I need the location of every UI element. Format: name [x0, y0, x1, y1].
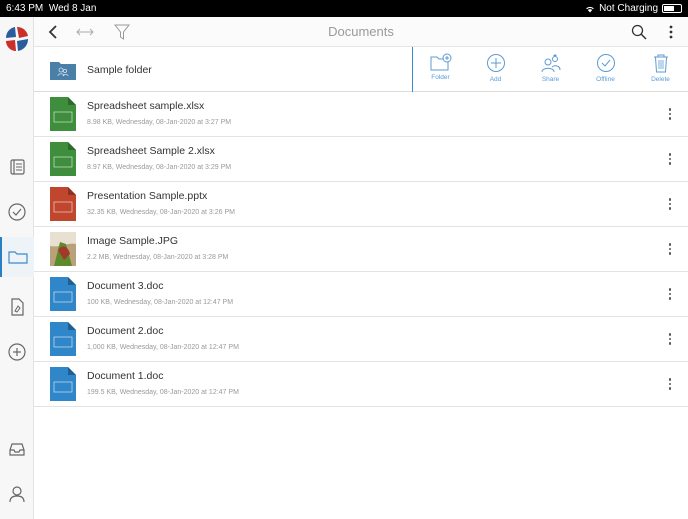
back-button[interactable]	[42, 21, 64, 43]
new-folder-button[interactable]: Folder	[413, 47, 468, 92]
new-folder-label: Folder	[431, 74, 450, 81]
check-circle-icon	[8, 203, 26, 221]
horizontal-arrows-icon	[76, 28, 94, 36]
wifi-icon	[585, 5, 595, 13]
row-more-button[interactable]	[664, 194, 676, 214]
sidebar-item-inbox[interactable]	[0, 429, 34, 469]
row-more-button[interactable]	[664, 329, 676, 349]
add-label: Add	[489, 76, 502, 83]
user-icon	[9, 486, 25, 503]
row-more-button[interactable]	[664, 104, 676, 124]
offline-check-icon	[596, 54, 615, 72]
status-left: 6:43 PM Wed 8 Jan	[6, 3, 96, 14]
file-name: Spreadsheet Sample 2.xlsx	[87, 145, 215, 157]
delete-label: Delete	[651, 76, 670, 83]
sidebar	[0, 17, 34, 519]
file-name: Document 2.doc	[87, 325, 164, 337]
delete-button[interactable]: Delete	[633, 47, 688, 92]
sidebar-item-signing[interactable]	[0, 287, 34, 327]
file-row[interactable]: Presentation Sample.pptx 32.35 KB, Wedne…	[34, 182, 688, 227]
file-name: Image Sample.JPG	[87, 235, 179, 247]
share-users-icon	[541, 54, 560, 73]
file-name: Document 1.doc	[87, 370, 164, 382]
trash-icon	[653, 54, 668, 73]
sidebar-item-add[interactable]	[0, 332, 34, 372]
search-icon	[631, 24, 647, 40]
image-thumbnail	[50, 232, 76, 266]
status-date: Wed 8 Jan	[48, 3, 97, 14]
list-document-icon	[10, 159, 25, 175]
offline-label: Offline	[596, 76, 615, 83]
sidebar-item-documents[interactable]	[0, 237, 34, 277]
row-more-button[interactable]	[664, 239, 676, 259]
file-name: Spreadsheet sample.xlsx	[87, 100, 205, 112]
filter-icon	[114, 24, 130, 40]
file-meta: 2.2 MB, Wednesday, 08-Jan-2020 at 3:28 P…	[87, 254, 229, 261]
file-row[interactable]: Image Sample.JPG 2.2 MB, Wednesday, 08-J…	[34, 227, 688, 272]
xlsx-file-icon	[50, 97, 76, 131]
chevron-left-icon	[48, 25, 57, 39]
sidebar-item-profile[interactable]	[0, 474, 34, 514]
file-row[interactable]: Document 3.doc 100 KB, Wednesday, 08-Jan…	[34, 272, 688, 317]
charging-status: Not Charging	[599, 3, 658, 14]
file-name: Presentation Sample.pptx	[87, 190, 208, 202]
share-button[interactable]: Share	[523, 47, 578, 92]
add-icon	[486, 54, 505, 72]
sidebar-item-list[interactable]	[0, 147, 34, 187]
filter-button[interactable]	[111, 21, 133, 43]
file-meta: 32.35 KB, Wednesday, 08-Jan-2020 at 3:26…	[87, 209, 236, 216]
add-circle-icon	[8, 343, 26, 361]
sidebar-item-tasks[interactable]	[0, 192, 34, 232]
file-meta: 199.5 KB, Wednesday, 08-Jan-2020 at 12:4…	[87, 389, 239, 396]
top-bar: Documents	[34, 17, 688, 47]
file-row[interactable]: Document 1.doc 199.5 KB, Wednesday, 08-J…	[34, 362, 688, 407]
status-bar: 6:43 PM Wed 8 Jan Not Charging	[0, 0, 688, 17]
doc-file-icon	[50, 277, 76, 311]
file-meta: 1,000 KB, Wednesday, 08-Jan-2020 at 12:4…	[87, 344, 239, 351]
expand-button[interactable]	[74, 21, 96, 43]
row-more-button[interactable]	[664, 284, 676, 304]
file-meta: 100 KB, Wednesday, 08-Jan-2020 at 12:47 …	[87, 299, 234, 306]
file-row[interactable]: Spreadsheet Sample 2.xlsx 8.97 KB, Wedne…	[34, 137, 688, 182]
battery-icon	[662, 4, 682, 13]
row-more-button[interactable]	[664, 149, 676, 169]
folder-row[interactable]: Sample folder Folder Add Share Offline D…	[34, 47, 688, 92]
more-options-button[interactable]	[660, 21, 682, 43]
folder-icon	[8, 251, 28, 264]
offline-button[interactable]: Offline	[578, 47, 633, 92]
share-label: Share	[541, 76, 560, 83]
add-button[interactable]: Add	[468, 47, 523, 92]
vertical-dots-icon	[669, 25, 673, 39]
file-meta: 8.98 KB, Wednesday, 08-Jan-2020 at 3:27 …	[87, 119, 232, 126]
doc-file-icon	[50, 322, 76, 356]
file-row[interactable]: Document 2.doc 1,000 KB, Wednesday, 08-J…	[34, 317, 688, 362]
pptx-file-icon	[50, 187, 76, 221]
xlsx-file-icon	[50, 142, 76, 176]
status-time: 6:43 PM	[6, 3, 44, 14]
folder-name: Sample folder	[87, 64, 152, 76]
folder-actions: Folder Add Share Offline Delete	[412, 47, 688, 92]
file-name: Document 3.doc	[87, 280, 164, 292]
inbox-tray-icon	[9, 443, 25, 456]
app-logo[interactable]	[3, 25, 31, 53]
file-row[interactable]: Spreadsheet sample.xlsx 8.98 KB, Wednesd…	[34, 92, 688, 137]
file-meta: 8.97 KB, Wednesday, 08-Jan-2020 at 3:29 …	[87, 164, 232, 171]
doc-file-icon	[50, 367, 76, 401]
folder-thumbnail-icon	[49, 59, 77, 81]
status-right: Not Charging	[585, 3, 682, 14]
search-button[interactable]	[628, 21, 650, 43]
document-sign-icon	[11, 298, 24, 316]
row-more-button[interactable]	[664, 374, 676, 394]
new-folder-icon	[430, 53, 451, 71]
